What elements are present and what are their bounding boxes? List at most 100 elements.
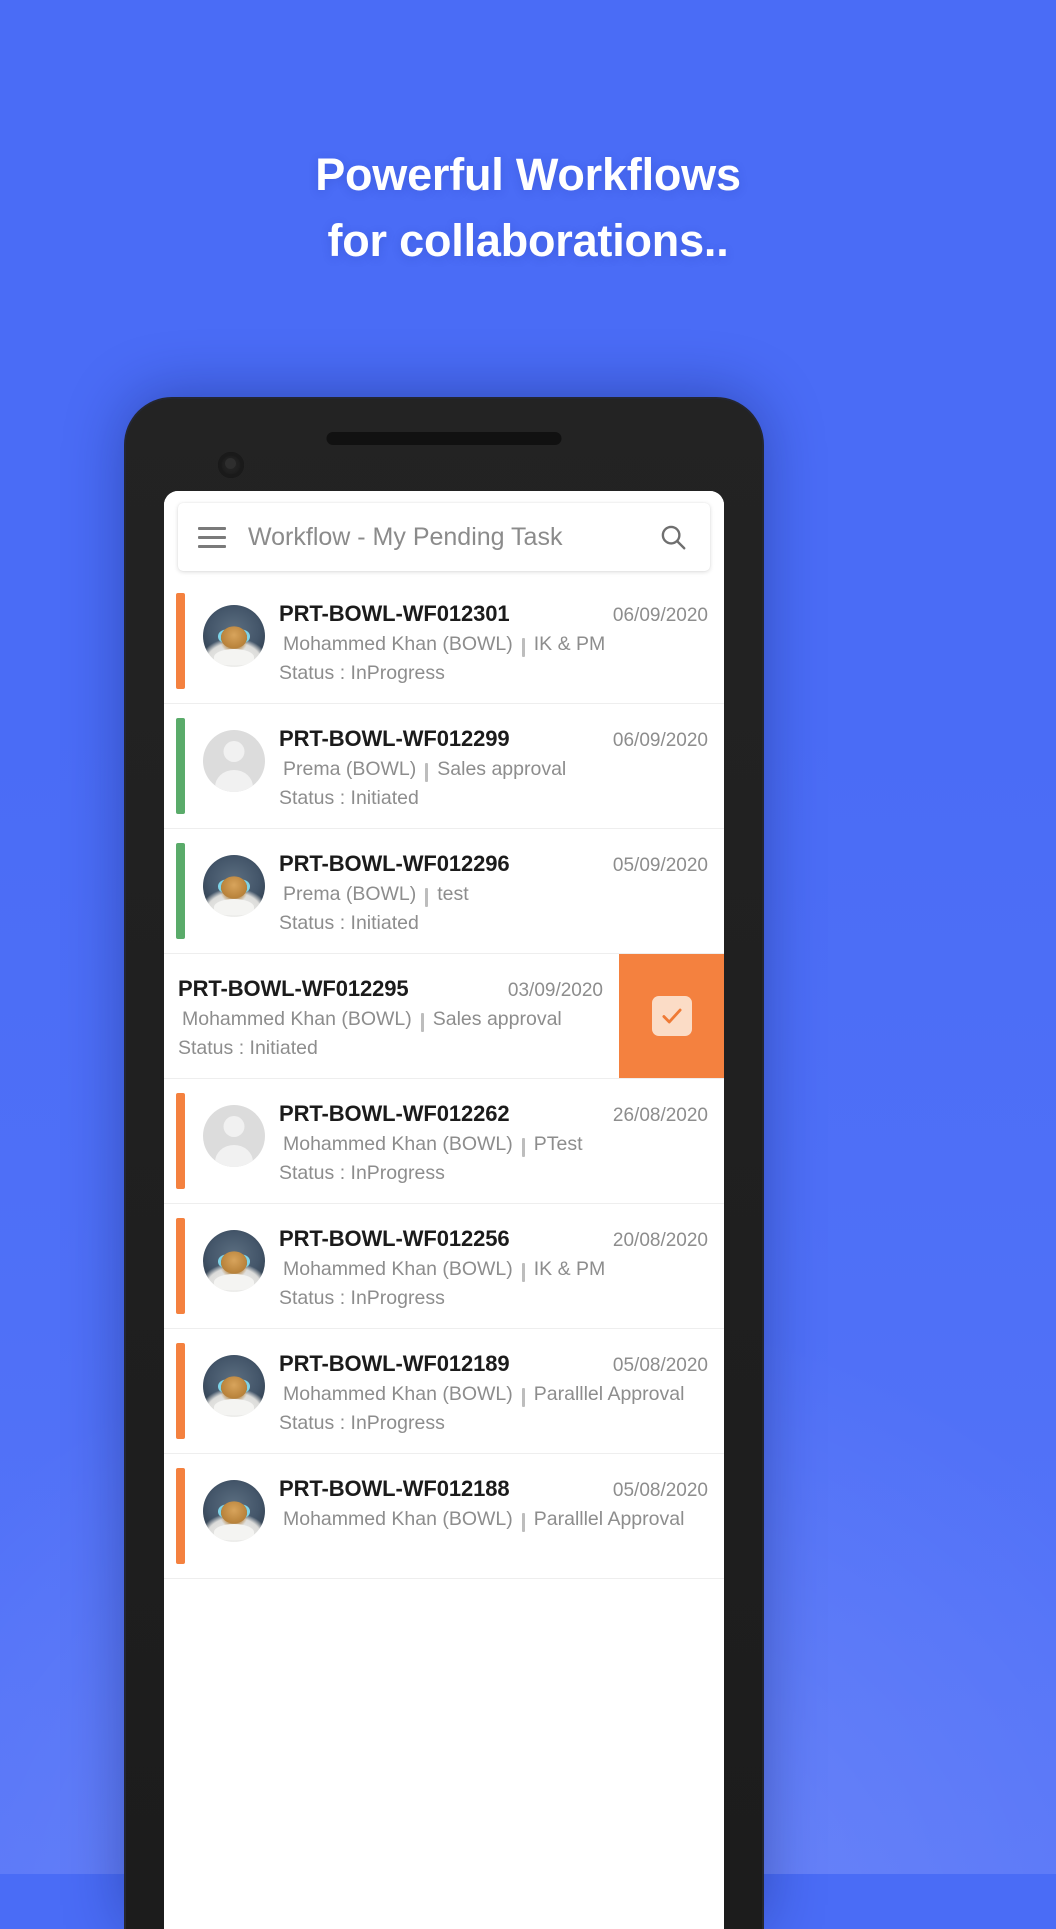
task-status: Status : InProgress: [279, 1412, 445, 1434]
workflow-id: PRT-BOWL-WF012189: [279, 1351, 510, 1376]
field-separator-icon: [521, 1138, 525, 1157]
approve-action-button[interactable]: [619, 954, 724, 1078]
task-date: 06/09/2020: [612, 605, 708, 626]
task-workflow-name: PTest: [533, 1133, 583, 1155]
task-row-body: PRT-BOWL-WF012256 20/08/2020 Mohammed Khan…: [265, 1204, 724, 1328]
task-status: Status : InProgress: [279, 1162, 445, 1184]
task-row-body: PRT-BOWL-WF012189 05/08/2020 Mohammed Khan…: [265, 1329, 724, 1453]
task-row-header: PRT-BOWL-WF012299 06/09/2020: [279, 726, 724, 752]
task-date: 03/09/2020: [507, 980, 603, 1001]
task-owner: Mohammed Khan (BOWL): [283, 1383, 513, 1405]
hamburger-menu-icon[interactable]: [198, 526, 226, 548]
task-date: 06/09/2020: [612, 730, 708, 751]
task-owner: Prema (BOWL): [283, 758, 417, 780]
promo-headline: Powerful Workflows for collaborations..: [0, 142, 1056, 273]
status-accent-bar: [176, 843, 185, 939]
task-owner-line: Mohammed Khan (BOWL) Paralllel Approval: [279, 1383, 724, 1407]
workflow-id: PRT-BOWL-WF012301: [279, 601, 510, 626]
headline-line-2: for collaborations..: [327, 214, 729, 266]
task-status: Status : Initiated: [178, 1037, 318, 1059]
task-row[interactable]: PRT-BOWL-WF012262 26/08/2020 Mohammed Khan…: [164, 1079, 724, 1204]
task-status: Status : InProgress: [279, 1287, 445, 1309]
workflow-id: PRT-BOWL-WF012262: [279, 1101, 510, 1126]
headline-line-1: Powerful Workflows: [315, 149, 741, 200]
workflow-id: PRT-BOWL-WF012299: [279, 726, 510, 751]
task-row-body: PRT-BOWL-WF012299 06/09/2020 Prema (BOWL) S…: [265, 704, 724, 828]
status-accent-bar: [176, 1343, 185, 1439]
task-status: Status : Initiated: [279, 787, 419, 809]
avatar: [203, 1230, 265, 1292]
status-accent-bar: [176, 1093, 185, 1189]
task-row[interactable]: PRT-BOWL-WF012295 03/09/2020 Mohammed Khan…: [164, 954, 724, 1079]
task-owner-line: Mohammed Khan (BOWL) Sales approval: [178, 1008, 619, 1032]
task-row-body: PRT-BOWL-WF012301 06/09/2020 Mohammed Khan…: [265, 579, 724, 703]
task-workflow-name: Paralllel Approval: [533, 1383, 685, 1405]
task-row[interactable]: PRT-BOWL-WF012296 05/09/2020 Prema (BOWL) t…: [164, 829, 724, 954]
task-owner-line: Mohammed Khan (BOWL) Paralllel Approval: [279, 1508, 724, 1532]
field-separator-icon: [521, 1263, 525, 1282]
task-workflow-name: IK & PM: [533, 1258, 606, 1280]
task-row-header: PRT-BOWL-WF012189 05/08/2020: [279, 1351, 724, 1377]
task-owner: Mohammed Khan (BOWL): [283, 1258, 513, 1280]
task-row-body: PRT-BOWL-WF012296 05/09/2020 Prema (BOWL) t…: [265, 829, 724, 953]
avatar: [203, 1480, 265, 1542]
phone-earpiece-speaker: [326, 432, 562, 445]
field-separator-icon: [425, 888, 429, 907]
task-row[interactable]: PRT-BOWL-WF012299 06/09/2020 Prema (BOWL) S…: [164, 704, 724, 829]
task-row[interactable]: PRT-BOWL-WF012256 20/08/2020 Mohammed Khan…: [164, 1204, 724, 1329]
task-date: 20/08/2020: [612, 1230, 708, 1251]
phone-front-camera: [218, 452, 244, 478]
field-separator-icon: [425, 763, 429, 782]
task-row-header: PRT-BOWL-WF012256 20/08/2020: [279, 1226, 724, 1252]
task-workflow-name: Paralllel Approval: [533, 1508, 685, 1530]
task-workflow-name: Sales approval: [437, 758, 567, 780]
task-row[interactable]: PRT-BOWL-WF012188 05/08/2020 Mohammed Khan…: [164, 1454, 724, 1579]
task-row-body: PRT-BOWL-WF012188 05/08/2020 Mohammed Khan…: [265, 1454, 724, 1578]
task-row-header: PRT-BOWL-WF012296 05/09/2020: [279, 851, 724, 877]
field-separator-icon: [521, 1513, 525, 1532]
avatar: [203, 1355, 265, 1417]
task-date: 05/09/2020: [612, 855, 708, 876]
status-accent-bar: [176, 718, 185, 814]
task-owner-line: Prema (BOWL) Sales approval: [279, 758, 724, 782]
approve-checkbox-icon: [651, 996, 692, 1036]
task-row-header: PRT-BOWL-WF012301 06/09/2020: [279, 601, 724, 627]
workflow-id: PRT-BOWL-WF012188: [279, 1476, 510, 1501]
task-workflow-name: IK & PM: [533, 633, 606, 655]
task-date: 05/08/2020: [612, 1480, 708, 1501]
phone-mockup: Workflow - My Pending Task PRT-BOWL-WF01…: [126, 399, 762, 1929]
task-workflow-name: test: [437, 883, 469, 905]
task-workflow-name: Sales approval: [432, 1008, 562, 1030]
task-row[interactable]: PRT-BOWL-WF012189 05/08/2020 Mohammed Khan…: [164, 1329, 724, 1454]
task-row-header: PRT-BOWL-WF012295 03/09/2020: [178, 976, 619, 1002]
task-row[interactable]: PRT-BOWL-WF012301 06/09/2020 Mohammed Khan…: [164, 579, 724, 704]
status-accent-bar: [176, 593, 185, 689]
task-status: Status : Initiated: [279, 912, 419, 934]
task-owner: Mohammed Khan (BOWL): [283, 633, 513, 655]
task-owner: Prema (BOWL): [283, 883, 417, 905]
task-owner: Mohammed Khan (BOWL): [283, 1133, 513, 1155]
field-separator-icon: [521, 638, 525, 657]
app-screen: Workflow - My Pending Task PRT-BOWL-WF01…: [164, 491, 724, 1929]
task-list: PRT-BOWL-WF012301 06/09/2020 Mohammed Khan…: [164, 579, 724, 1579]
task-row-header: PRT-BOWL-WF012188 05/08/2020: [279, 1476, 724, 1502]
task-owner: Mohammed Khan (BOWL): [182, 1008, 412, 1030]
task-row-body: PRT-BOWL-WF012262 26/08/2020 Mohammed Khan…: [265, 1079, 724, 1203]
field-separator-icon: [420, 1013, 424, 1032]
task-status: Status : InProgress: [279, 662, 445, 684]
app-bar: Workflow - My Pending Task: [178, 503, 710, 571]
task-owner: Mohammed Khan (BOWL): [283, 1508, 513, 1530]
avatar: [203, 1105, 265, 1167]
app-bar-container: Workflow - My Pending Task: [164, 491, 724, 579]
task-owner-line: Prema (BOWL) test: [279, 883, 724, 907]
search-icon[interactable]: [658, 522, 688, 552]
avatar: [203, 730, 265, 792]
field-separator-icon: [521, 1388, 525, 1407]
avatar: [203, 605, 265, 667]
app-bar-title: Workflow - My Pending Task: [248, 522, 563, 551]
workflow-id: PRT-BOWL-WF012256: [279, 1226, 510, 1251]
task-owner-line: Mohammed Khan (BOWL) IK & PM: [279, 1258, 724, 1282]
avatar: [203, 855, 265, 917]
workflow-id: PRT-BOWL-WF012296: [279, 851, 510, 876]
task-row-body: PRT-BOWL-WF012295 03/09/2020 Mohammed Khan…: [164, 954, 619, 1078]
